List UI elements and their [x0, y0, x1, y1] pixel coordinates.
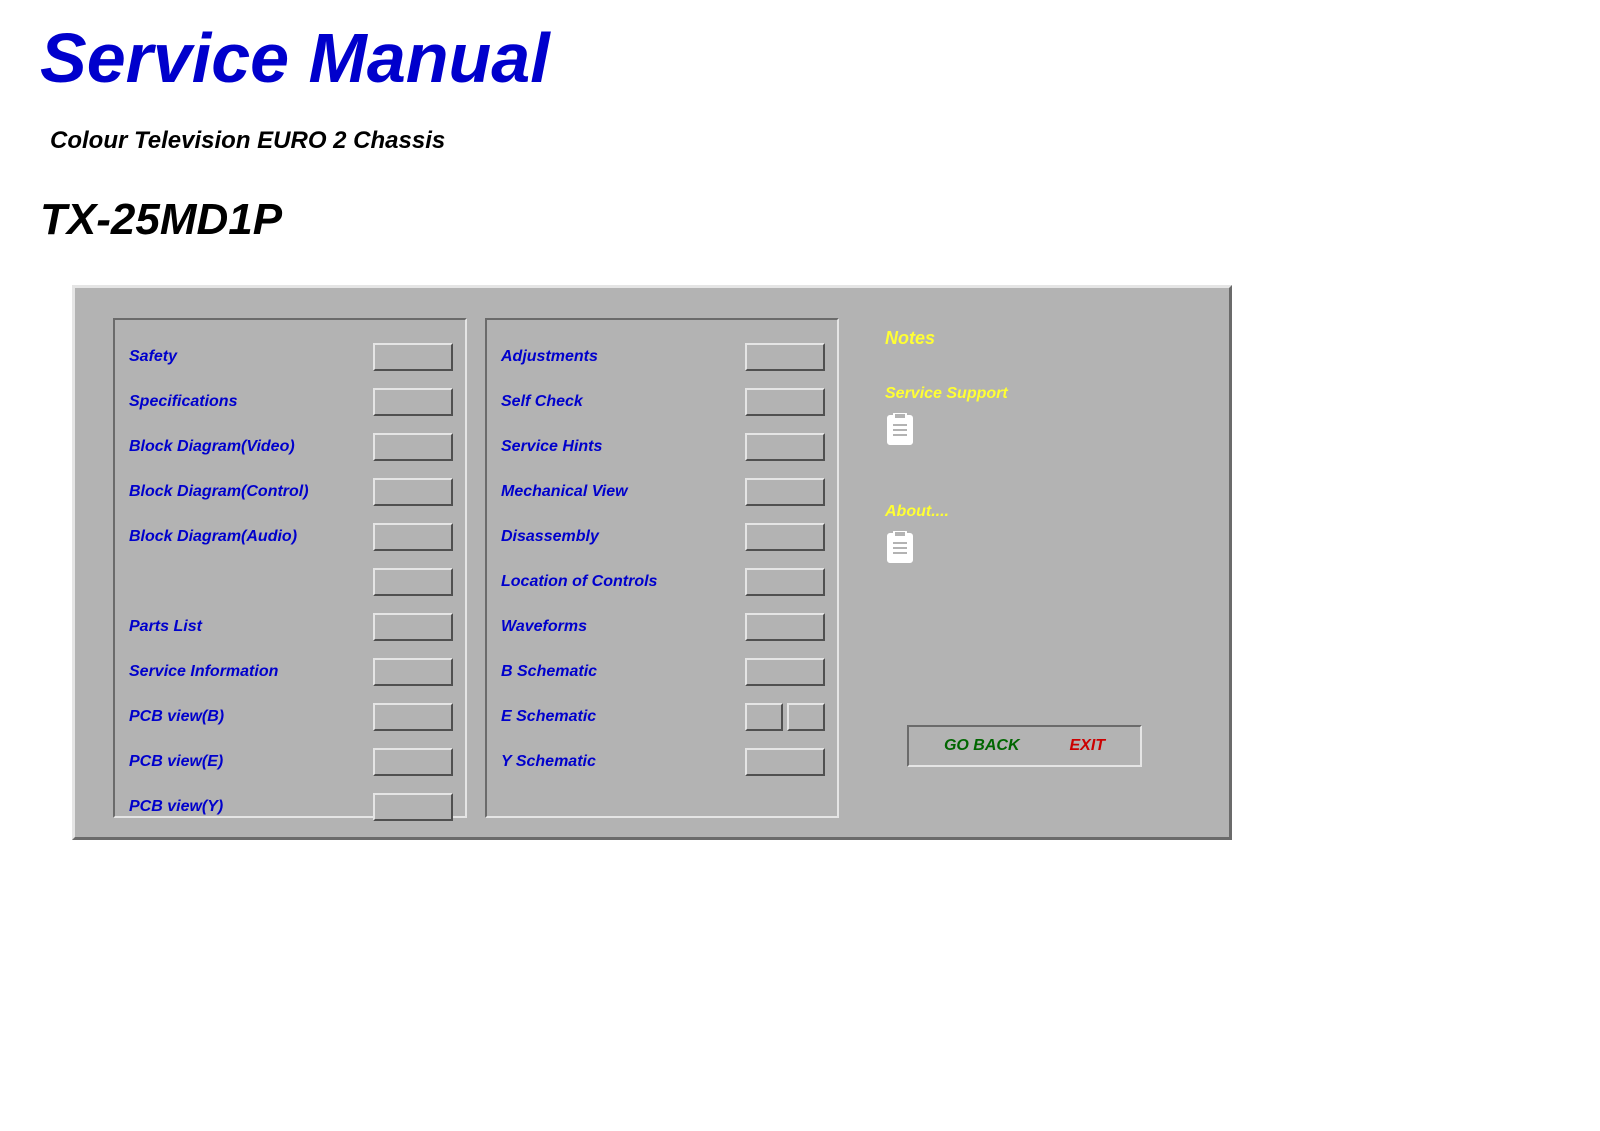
menu-link-waveforms[interactable]: Waveforms — [501, 618, 587, 636]
menu-link-block-diagram-audio[interactable]: Block Diagram(Audio) — [129, 528, 297, 546]
menu-link-b-schematic[interactable]: B Schematic — [501, 663, 597, 681]
menu-button-empty[interactable] — [373, 568, 453, 596]
menu-button-location-of-controls[interactable] — [745, 568, 825, 596]
menu-button-service-hints[interactable] — [745, 433, 825, 461]
page-subtitle: Colour Television EURO 2 Chassis — [50, 127, 1560, 155]
menu-button-pcb-view-y[interactable] — [373, 793, 453, 821]
go-back-button[interactable]: GO BACK — [944, 737, 1020, 755]
menu-link-pcb-view-y[interactable]: PCB view(Y) — [129, 798, 223, 816]
menu-button-disassembly[interactable] — [745, 523, 825, 551]
menu-button-service-information[interactable] — [373, 658, 453, 686]
menu-column-right: Notes Service Support About.... — [857, 318, 1199, 817]
menu-link-location-of-controls[interactable]: Location of Controls — [501, 573, 657, 591]
menu-link-disassembly[interactable]: Disassembly — [501, 528, 599, 546]
menu-link-e-schematic[interactable]: E Schematic — [501, 708, 596, 726]
menu-button-self-check[interactable] — [745, 388, 825, 416]
menu-link-y-schematic[interactable]: Y Schematic — [501, 753, 596, 771]
menu-column-left: Safety Specifications Block Diagram(Vide… — [113, 318, 467, 818]
menu-button-safety[interactable] — [373, 343, 453, 371]
menu-button-pcb-view-e[interactable] — [373, 748, 453, 776]
menu-button-waveforms[interactable] — [745, 613, 825, 641]
page-title: Service Manual — [40, 20, 1560, 97]
menu-link-pcb-view-b[interactable]: PCB view(B) — [129, 708, 224, 726]
menu-link-parts-list[interactable]: Parts List — [129, 618, 202, 636]
menu-link-service-hints[interactable]: Service Hints — [501, 438, 602, 456]
menu-link-adjustments[interactable]: Adjustments — [501, 348, 598, 366]
menu-button-y-schematic[interactable] — [745, 748, 825, 776]
about-label: About.... — [885, 503, 1185, 521]
notes-heading: Notes — [885, 328, 1185, 349]
menu-button-block-diagram-video[interactable] — [373, 433, 453, 461]
menu-link-block-diagram-control[interactable]: Block Diagram(Control) — [129, 483, 309, 501]
exit-button[interactable]: EXIT — [1069, 737, 1105, 755]
model-number: TX-25MD1P — [40, 195, 1560, 245]
menu-button-specifications[interactable] — [373, 388, 453, 416]
menu-link-mechanical-view[interactable]: Mechanical View — [501, 483, 628, 501]
menu-button-adjustments[interactable] — [745, 343, 825, 371]
menu-button-parts-list[interactable] — [373, 613, 453, 641]
nav-box: GO BACK EXIT — [907, 725, 1142, 767]
menu-button-block-diagram-control[interactable] — [373, 478, 453, 506]
service-support-label: Service Support — [885, 385, 1185, 403]
clipboard-icon[interactable] — [885, 413, 915, 447]
menu-button-b-schematic[interactable] — [745, 658, 825, 686]
menu-button-block-diagram-audio[interactable] — [373, 523, 453, 551]
menu-link-safety[interactable]: Safety — [129, 348, 177, 366]
menu-link-specifications[interactable]: Specifications — [129, 393, 237, 411]
menu-button-pcb-view-b[interactable] — [373, 703, 453, 731]
menu-panel: Safety Specifications Block Diagram(Vide… — [72, 285, 1232, 840]
menu-button-e-schematic-1[interactable] — [745, 703, 783, 731]
menu-link-self-check[interactable]: Self Check — [501, 393, 583, 411]
menu-link-service-information[interactable]: Service Information — [129, 663, 278, 681]
menu-link-pcb-view-e[interactable]: PCB view(E) — [129, 753, 223, 771]
clipboard-icon[interactable] — [885, 531, 915, 565]
menu-link-block-diagram-video[interactable]: Block Diagram(Video) — [129, 438, 295, 456]
menu-column-middle: Adjustments Self Check Service Hints Mec… — [485, 318, 839, 818]
menu-button-e-schematic-2[interactable] — [787, 703, 825, 731]
menu-button-mechanical-view[interactable] — [745, 478, 825, 506]
